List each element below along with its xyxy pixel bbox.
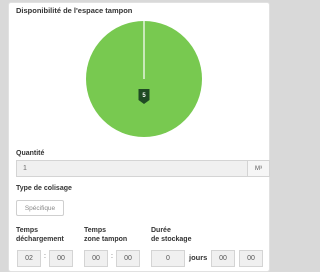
unloading-time-label-line2: déchargement [16,236,64,243]
storage-minutes-input[interactable]: 00 [239,250,263,267]
storage-duration-label-line2: de stockage [151,236,192,243]
packaging-specific-button[interactable]: Spécifique [16,200,64,216]
unloading-minutes-input[interactable]: 00 [49,250,73,267]
packaging-type-label: Type de colisage [16,185,72,192]
unloading-time-label-line1: Temps [16,227,39,234]
quantity-label: Quantité [16,150,45,157]
storage-duration-label-line1: Durée [151,227,171,234]
buffer-minutes-input[interactable]: 00 [116,250,140,267]
buffer-availability-pie-chart: 5 [86,21,202,137]
buffer-hours-input[interactable]: 00 [84,250,108,267]
buffer-time-label: Temps zone tampon [84,226,127,244]
storage-duration-label: Durée de stockage [151,226,191,244]
buffer-time-label-line2: zone tampon [84,236,128,243]
quantity-value: 1 [23,165,27,172]
buffer-time-separator: : [111,253,113,260]
quantity-unit-addon: M³ [247,160,270,177]
quantity-input[interactable]: 1 [16,160,248,177]
storage-hours-input[interactable]: 00 [211,250,235,267]
buffer-availability-panel: Disponibilité de l'espace tampon 5 Quant… [8,2,270,272]
buffer-time-label-line1: Temps [84,227,107,234]
quantity-unit: M³ [255,165,262,172]
unloading-time-label: Temps déchargement [16,226,64,244]
unloading-hours-input[interactable]: 02 [17,250,41,267]
storage-days-input[interactable]: 0 [151,250,185,267]
storage-days-unit: jours [189,253,208,262]
unloading-time-separator: : [44,253,46,260]
